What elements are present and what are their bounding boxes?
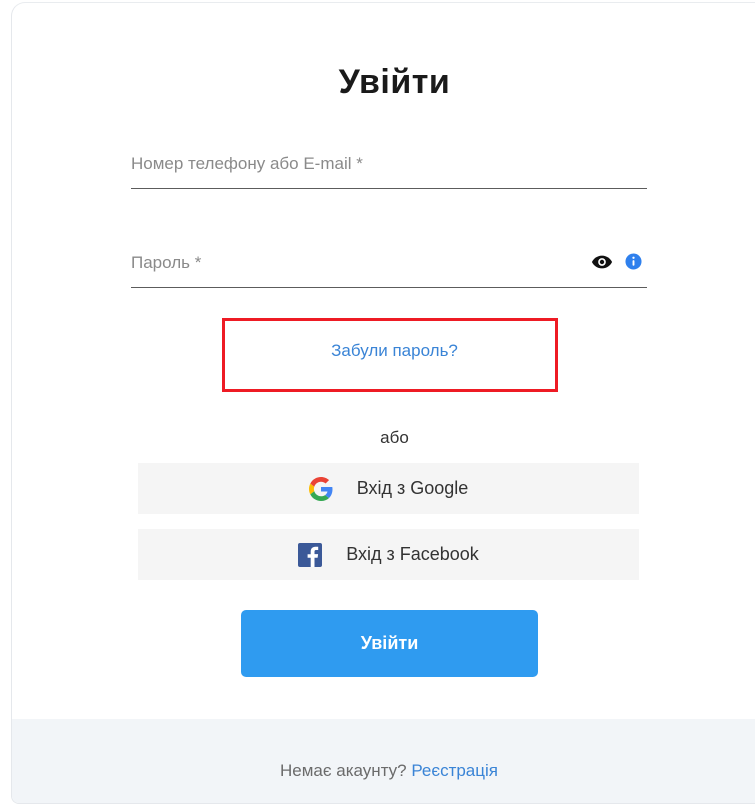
register-link[interactable]: Реєстрація bbox=[411, 761, 498, 780]
eye-icon[interactable] bbox=[591, 254, 613, 270]
login-card: Увійти Забули пароль? або Вхід з Google bbox=[11, 2, 755, 804]
password-field-container bbox=[131, 243, 647, 288]
or-divider-text: або bbox=[380, 428, 409, 447]
google-login-label: Вхід з Google bbox=[356, 478, 469, 498]
phone-email-input[interactable] bbox=[131, 144, 601, 184]
info-icon[interactable] bbox=[625, 253, 642, 270]
page-title: Увійти bbox=[338, 63, 451, 101]
phone-email-field-container bbox=[131, 144, 647, 189]
password-input[interactable] bbox=[131, 243, 601, 283]
facebook-login-label: Вхід з Facebook bbox=[346, 544, 479, 564]
login-submit-button[interactable]: Увійти bbox=[241, 610, 538, 677]
facebook-login-button[interactable]: Вхід з Facebook bbox=[138, 529, 639, 580]
no-account-text: Немає акаунту? bbox=[280, 761, 412, 780]
footer-text: Немає акаунту? Реєстрація bbox=[12, 761, 755, 781]
footer-bar: Немає акаунту? Реєстрація bbox=[12, 719, 755, 803]
forgot-password-link[interactable]: Забули пароль? bbox=[12, 341, 755, 361]
google-icon bbox=[308, 476, 333, 501]
google-login-button[interactable]: Вхід з Google bbox=[138, 463, 639, 514]
facebook-icon bbox=[298, 542, 323, 567]
